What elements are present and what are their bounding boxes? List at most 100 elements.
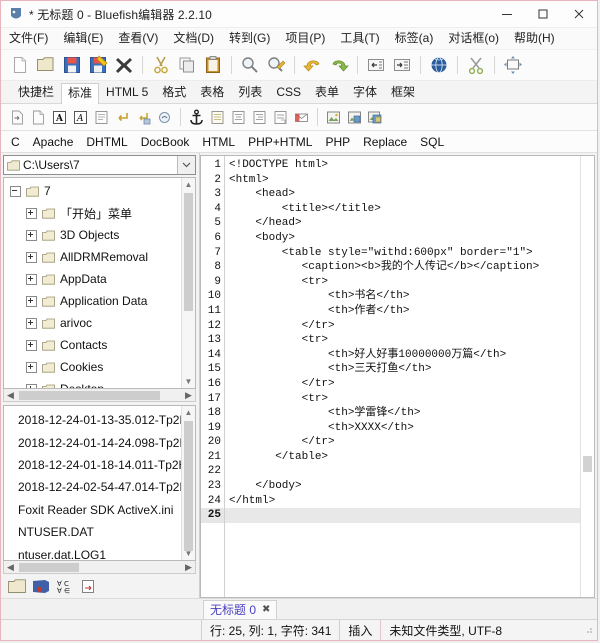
lang-replace[interactable]: Replace	[363, 135, 407, 149]
menu-document[interactable]: 文档(D)	[173, 28, 214, 49]
path-combobox[interactable]: C:\Users\7	[3, 155, 196, 175]
image-icon[interactable]	[323, 107, 344, 128]
code-line[interactable]: <head>	[225, 187, 580, 202]
fullscreen-icon[interactable]	[500, 52, 526, 78]
code-line[interactable]: <tr>	[225, 392, 580, 407]
code-line[interactable]: </tr>	[225, 435, 580, 450]
file-hscroll-thumb[interactable]	[19, 562, 79, 572]
minimize-button[interactable]	[489, 1, 525, 27]
list-item[interactable]: Foxit Reader SDK ActiveX.ini	[4, 499, 181, 521]
tree-vertical-scrollbar[interactable]: ▲ ▼	[181, 178, 195, 388]
lang-apache[interactable]: Apache	[33, 135, 74, 149]
code-line[interactable]: <th>作者</th>	[225, 304, 580, 319]
tab-table[interactable]: 表格	[193, 82, 231, 103]
code-line[interactable]: </body>	[225, 479, 580, 494]
expand-icon[interactable]	[26, 207, 37, 219]
scroll-up-icon[interactable]: ▲	[182, 178, 195, 191]
code-line[interactable]: <th>三天打鱼</th>	[225, 362, 580, 377]
tree-item[interactable]: 「开始」菜单	[4, 202, 181, 224]
tree-item[interactable]: AllDRMRemoval	[4, 246, 181, 268]
menu-dialogs[interactable]: 对话框(o)	[448, 28, 499, 49]
code-line[interactable]: </head>	[225, 216, 580, 231]
expand-icon[interactable]	[26, 361, 37, 373]
lang-c[interactable]: C	[11, 135, 20, 149]
body-icon[interactable]	[28, 107, 49, 128]
directory-tree[interactable]: 7 「开始」菜单 3D Objects AllDRMRemoval AppData App…	[4, 178, 181, 388]
right-justify-icon[interactable]	[249, 107, 270, 128]
center-icon[interactable]	[228, 107, 249, 128]
tree-hscroll-thumb[interactable]	[19, 390, 160, 400]
file-list[interactable]: 2018-12-24-01-13-35.012-Tp2Helpe 2018-12-…	[4, 406, 181, 560]
tree-item[interactable]: Application Data	[4, 290, 181, 312]
non-breaking-space-icon[interactable]	[154, 107, 175, 128]
tree-item[interactable]: 3D Objects	[4, 224, 181, 246]
expand-icon[interactable]	[26, 383, 37, 388]
italic-icon[interactable]: A	[70, 107, 91, 128]
scroll-left-icon[interactable]: ◀	[4, 390, 17, 401]
tab-list[interactable]: 列表	[231, 82, 269, 103]
tree-item[interactable]: Desktop	[4, 378, 181, 388]
lang-php-html[interactable]: PHP+HTML	[248, 135, 312, 149]
code-line[interactable]: <!DOCTYPE html>	[225, 158, 580, 173]
quickstart-icon[interactable]	[7, 107, 28, 128]
menu-edit[interactable]: 编辑(E)	[63, 28, 103, 49]
list-item[interactable]: 2018-12-24-01-13-35.012-Tp2Helpe	[4, 409, 181, 431]
tab-format[interactable]: 格式	[155, 82, 193, 103]
chevron-down-icon[interactable]	[177, 156, 195, 174]
code-line[interactable]: <tr>	[225, 333, 580, 348]
doctab-untitled-0[interactable]: 无标题 0 ✖	[203, 599, 278, 619]
code-line[interactable]: <th>书名</th>	[225, 289, 580, 304]
code-line[interactable]: </html>	[225, 494, 580, 509]
expand-icon[interactable]	[26, 295, 37, 307]
code-line[interactable]	[225, 508, 580, 523]
code-line[interactable]: <th>学雷锋</th>	[225, 406, 580, 421]
scroll-down-icon[interactable]: ▼	[182, 375, 195, 388]
close-button[interactable]	[561, 1, 597, 27]
copy-icon[interactable]	[174, 52, 200, 78]
tab-html5[interactable]: HTML 5	[99, 82, 155, 103]
expand-icon[interactable]	[26, 339, 37, 351]
tab-quickbar[interactable]: 快捷栏	[11, 82, 61, 103]
list-item[interactable]: ntuser.dat.LOG1	[4, 543, 181, 560]
tree-hscroll-track[interactable]	[17, 389, 182, 401]
code-line[interactable]: <table style="withd:600px" border="1">	[225, 246, 580, 261]
code-line[interactable]: <th>XXXX</th>	[225, 421, 580, 436]
unindent-icon[interactable]	[363, 52, 389, 78]
new-file-icon[interactable]	[7, 52, 33, 78]
file-scroll-thumb[interactable]	[184, 421, 193, 551]
code-line[interactable]: </tr>	[225, 319, 580, 334]
menu-tags[interactable]: 标签(a)	[395, 28, 434, 49]
open-folder-icon[interactable]	[33, 52, 59, 78]
paste-icon[interactable]	[200, 52, 226, 78]
scroll-up-icon[interactable]: ▲	[182, 406, 195, 419]
code-line[interactable]: <body>	[225, 231, 580, 246]
collapse-icon[interactable]	[10, 185, 21, 197]
cut-tool-icon[interactable]	[463, 52, 489, 78]
code-line[interactable]: <html>	[225, 173, 580, 188]
filebrowser-icon[interactable]	[5, 575, 29, 597]
menu-view[interactable]: 查看(V)	[118, 28, 158, 49]
save-icon[interactable]	[59, 52, 85, 78]
code-line[interactable]: <tr>	[225, 275, 580, 290]
lang-php[interactable]: PHP	[325, 135, 350, 149]
lang-html[interactable]: HTML	[202, 135, 235, 149]
preview-browser-icon[interactable]	[426, 52, 452, 78]
comment-icon[interactable]	[270, 107, 291, 128]
thumbnail-icon[interactable]	[344, 107, 365, 128]
tab-css[interactable]: CSS	[269, 82, 308, 103]
list-item[interactable]: 2018-12-24-01-18-14.011-Tp2Helpe	[4, 454, 181, 476]
tree-item[interactable]: arivoc	[4, 312, 181, 334]
list-item[interactable]: 2018-12-24-01-14-24.098-Tp2Helpe	[4, 431, 181, 453]
cut-icon[interactable]	[148, 52, 174, 78]
find-icon[interactable]	[237, 52, 263, 78]
paragraph-icon[interactable]	[91, 107, 112, 128]
tab-frame[interactable]: 框架	[384, 82, 422, 103]
scroll-right-icon[interactable]: ▶	[182, 562, 195, 573]
tab-standard[interactable]: 标准	[61, 83, 100, 104]
tab-form[interactable]: 表单	[308, 82, 346, 103]
email-icon[interactable]	[291, 107, 312, 128]
code-line[interactable]: <th>好人好事10000000万篇</th>	[225, 348, 580, 363]
close-file-icon[interactable]	[111, 52, 137, 78]
menu-goto[interactable]: 转到(G)	[229, 28, 270, 49]
close-icon[interactable]: ✖	[262, 604, 270, 615]
